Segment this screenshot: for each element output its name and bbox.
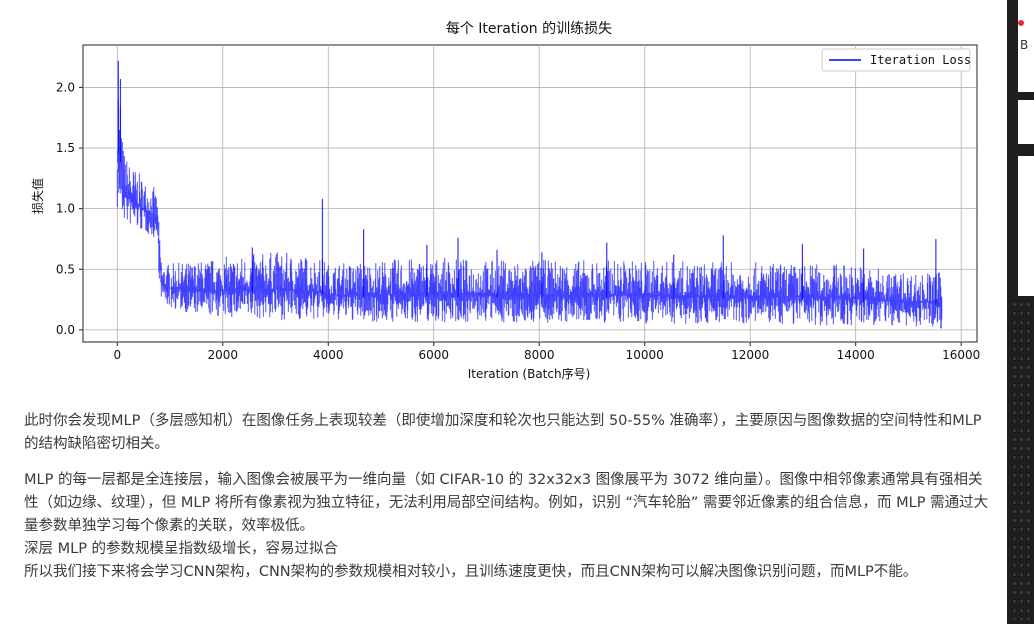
article-paragraph-4: 所以我们接下来将会学习CNN架构，CNN架构的参数规模相对较小，且训练速度更快，…	[24, 564, 918, 580]
badge-icon	[1018, 20, 1024, 26]
side-card-letter: B	[1020, 38, 1029, 52]
x-axis-label: Iteration (Batch序号)	[468, 366, 591, 381]
article-paragraph-1: 此时你会发现MLP（多层感知机）在图像任务上表现较差（即使增加深度和轮次也只能达…	[24, 413, 982, 452]
side-pattern	[1011, 300, 1031, 620]
article: 此时你会发现MLP（多层感知机）在图像任务上表现较差（即使增加深度和轮次也只能达…	[24, 410, 990, 584]
side-card[interactable]	[1018, 100, 1034, 144]
side-card[interactable]: B	[1018, 0, 1034, 92]
article-paragraph-2: MLP 的每一层都是全连接层，输入图像会被展平为一维向量（如 CIFAR-10 …	[24, 472, 989, 534]
loss-chart: 每个 Iteration 的训练损失 0 2000 4000 6000 8000 1000…	[30, 21, 980, 381]
x-tick-label: 12000	[731, 348, 769, 362]
page: 每个 Iteration 的训练损失 0 2000 4000 6000 8000 1000…	[0, 0, 1034, 624]
x-tick-label: 6000	[418, 348, 449, 362]
y-tick-label: 0.0	[56, 323, 75, 337]
chart-title: 每个 Iteration 的训练损失	[446, 21, 612, 37]
x-tick-label: 2000	[207, 348, 238, 362]
x-tick-label: 16000	[942, 348, 980, 362]
legend: Iteration Loss	[821, 48, 971, 72]
y-axis: 0.0 0.5 1.0 1.5 2.0	[56, 80, 83, 337]
x-tick-label: 14000	[837, 348, 875, 362]
x-axis: 0 2000 4000 6000 8000 10000 12000 14000 16000	[113, 342, 980, 362]
legend-label: Iteration Loss	[870, 53, 971, 67]
side-panel: B	[1007, 0, 1034, 624]
article-paragraph-3: 深层 MLP 的参数规模呈指数级增长，容易过拟合	[24, 541, 339, 557]
x-tick-label: 0	[113, 348, 121, 362]
x-tick-label: 4000	[313, 348, 344, 362]
y-axis-label: 损失值	[30, 178, 45, 214]
y-tick-label: 0.5	[56, 262, 75, 276]
side-card[interactable]	[1018, 156, 1034, 296]
y-tick-label: 1.0	[56, 202, 75, 216]
y-tick-label: 1.5	[56, 141, 75, 155]
y-tick-label: 2.0	[56, 80, 75, 94]
x-tick-label: 8000	[524, 348, 555, 362]
x-tick-label: 10000	[626, 348, 664, 362]
